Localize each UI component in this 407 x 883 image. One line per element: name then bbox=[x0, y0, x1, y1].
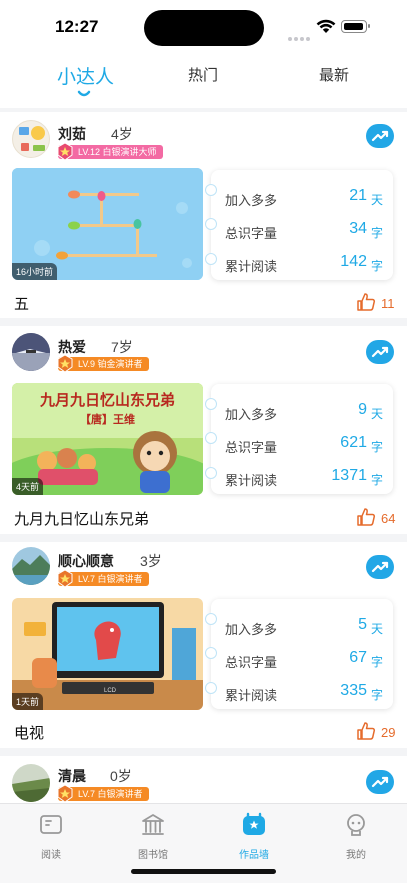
user-age: 4岁 bbox=[111, 126, 133, 142]
tab-experts[interactable]: 小达人 bbox=[57, 62, 114, 89]
level-badge: LV.9 铂金演讲者 bbox=[57, 354, 149, 373]
level-badge: LV.7 白银演讲者 bbox=[57, 569, 149, 588]
binder-hole bbox=[205, 647, 217, 659]
post-time: 16小时前 bbox=[12, 263, 58, 280]
post-card[interactable]: 热爱 7岁 LV.9 铂金演讲者 九月九日忆山东兄弟 【唐】王维 4天前 加入多… bbox=[0, 326, 407, 534]
status-bar: 12:27 bbox=[0, 0, 407, 52]
user-name[interactable]: 清晨 bbox=[58, 766, 86, 786]
like-icon[interactable] bbox=[356, 292, 376, 312]
like-icon[interactable] bbox=[356, 507, 376, 527]
binder-hole bbox=[205, 218, 217, 230]
dynamic-island bbox=[144, 10, 264, 46]
nav-works-wall[interactable]: 作品墙 bbox=[224, 812, 284, 861]
medal-icon bbox=[57, 569, 73, 588]
tv-brand-label: LCD bbox=[104, 688, 117, 694]
nav-library[interactable]: 图书馆 bbox=[123, 812, 183, 861]
binder-hole bbox=[205, 432, 217, 444]
profile-icon bbox=[347, 814, 365, 836]
trend-icon bbox=[371, 346, 389, 358]
trend-button[interactable] bbox=[366, 340, 394, 364]
thumbnail-poem-author: 【唐】王维 bbox=[80, 414, 135, 426]
tab-hot[interactable]: 热门 bbox=[188, 64, 218, 85]
stat-words-known: 总识字量 34 字 bbox=[225, 220, 383, 241]
like-count: 64 bbox=[381, 511, 396, 526]
binder-hole bbox=[205, 613, 217, 625]
user-age: 3岁 bbox=[140, 553, 162, 569]
medal-icon bbox=[57, 142, 73, 161]
nav-read[interactable]: 阅读 bbox=[21, 812, 81, 861]
medal-icon bbox=[57, 354, 73, 373]
tab-latest[interactable]: 最新 bbox=[319, 64, 349, 85]
user-name[interactable]: 刘茹 bbox=[58, 124, 86, 144]
binder-hole bbox=[205, 253, 217, 265]
stats-card: 加入多多 9 天 总识字量 621 字 累计阅读 1371 字 bbox=[205, 384, 393, 494]
signal-icon bbox=[288, 26, 312, 45]
status-time: 12:27 bbox=[55, 17, 99, 36]
like-count: 29 bbox=[381, 725, 396, 740]
user-name[interactable]: 顺心顺意 bbox=[58, 551, 114, 571]
stats-card: 加入多多 5 天 总识字量 67 字 累计阅读 335 字 bbox=[205, 599, 393, 709]
stat-days-joined: 加入多多 5 天 bbox=[225, 616, 383, 637]
stats-card: 加入多多 21 天 总识字量 34 字 累计阅读 142 字 bbox=[205, 170, 393, 280]
stat-days-joined: 加入多多 9 天 bbox=[225, 401, 383, 422]
binder-hole bbox=[205, 398, 217, 410]
battery-icon bbox=[341, 20, 370, 33]
binder-hole bbox=[205, 682, 217, 694]
post-thumbnail[interactable]: 16小时前 bbox=[12, 168, 203, 280]
level-badge: LV.7 白银演讲者 bbox=[57, 784, 149, 803]
stat-words-known: 总识字量 621 字 bbox=[225, 434, 383, 455]
works-wall-icon bbox=[243, 812, 265, 835]
trend-icon bbox=[371, 561, 389, 573]
binder-hole bbox=[205, 467, 217, 479]
medal-icon bbox=[57, 784, 73, 803]
like-count: 11 bbox=[381, 296, 395, 311]
trend-icon bbox=[371, 130, 389, 142]
post-title[interactable]: 五 bbox=[14, 293, 29, 314]
post-time: 4天前 bbox=[12, 478, 44, 495]
trend-button[interactable] bbox=[366, 770, 394, 794]
thumbnail-poem-title: 九月九日忆山东兄弟 bbox=[39, 392, 175, 409]
binder-hole bbox=[205, 184, 217, 196]
post-title[interactable]: 电视 bbox=[14, 722, 44, 743]
like-icon[interactable] bbox=[356, 721, 376, 741]
avatar[interactable] bbox=[12, 333, 50, 371]
top-tabs: 小达人 热门 最新 bbox=[0, 52, 407, 108]
book-icon bbox=[40, 815, 62, 834]
avatar[interactable] bbox=[12, 120, 50, 158]
trend-button[interactable] bbox=[366, 124, 394, 148]
post-title[interactable]: 九月九日忆山东兄弟 bbox=[14, 508, 149, 529]
library-icon bbox=[142, 814, 164, 835]
stat-words-read: 累计阅读 335 字 bbox=[225, 682, 383, 703]
nav-profile[interactable]: 我的 bbox=[326, 812, 386, 861]
post-thumbnail[interactable]: 九月九日忆山东兄弟 【唐】王维 4天前 bbox=[12, 383, 203, 495]
stat-words-read: 累计阅读 142 字 bbox=[225, 253, 383, 274]
app-screen: 12:27 小达人 热门 最新 刘茹 4岁 LV.12 白银演讲大师 16小时前… bbox=[0, 0, 407, 883]
user-age: 7岁 bbox=[111, 339, 133, 355]
post-card[interactable]: 顺心顺意 3岁 LV.7 白银演讲者 LCD 1天前 加入多多 5 天 总识字量… bbox=[0, 542, 407, 748]
trend-icon bbox=[371, 776, 389, 788]
home-indicator bbox=[131, 869, 276, 874]
user-age: 0岁 bbox=[110, 768, 132, 784]
trend-button[interactable] bbox=[366, 555, 394, 579]
avatar[interactable] bbox=[12, 547, 50, 585]
post-card[interactable]: 刘茹 4岁 LV.12 白银演讲大师 16小时前 加入多多 21 天 总识字量 … bbox=[0, 112, 407, 318]
stat-words-read: 累计阅读 1371 字 bbox=[225, 467, 383, 488]
active-tab-indicator bbox=[77, 90, 91, 97]
wifi-icon bbox=[316, 19, 336, 33]
stat-words-known: 总识字量 67 字 bbox=[225, 649, 383, 670]
level-badge: LV.12 白银演讲大师 bbox=[57, 142, 163, 161]
post-time: 1天前 bbox=[12, 693, 44, 710]
stat-days-joined: 加入多多 21 天 bbox=[225, 187, 383, 208]
avatar[interactable] bbox=[12, 764, 50, 802]
post-thumbnail[interactable]: LCD 1天前 bbox=[12, 598, 203, 710]
